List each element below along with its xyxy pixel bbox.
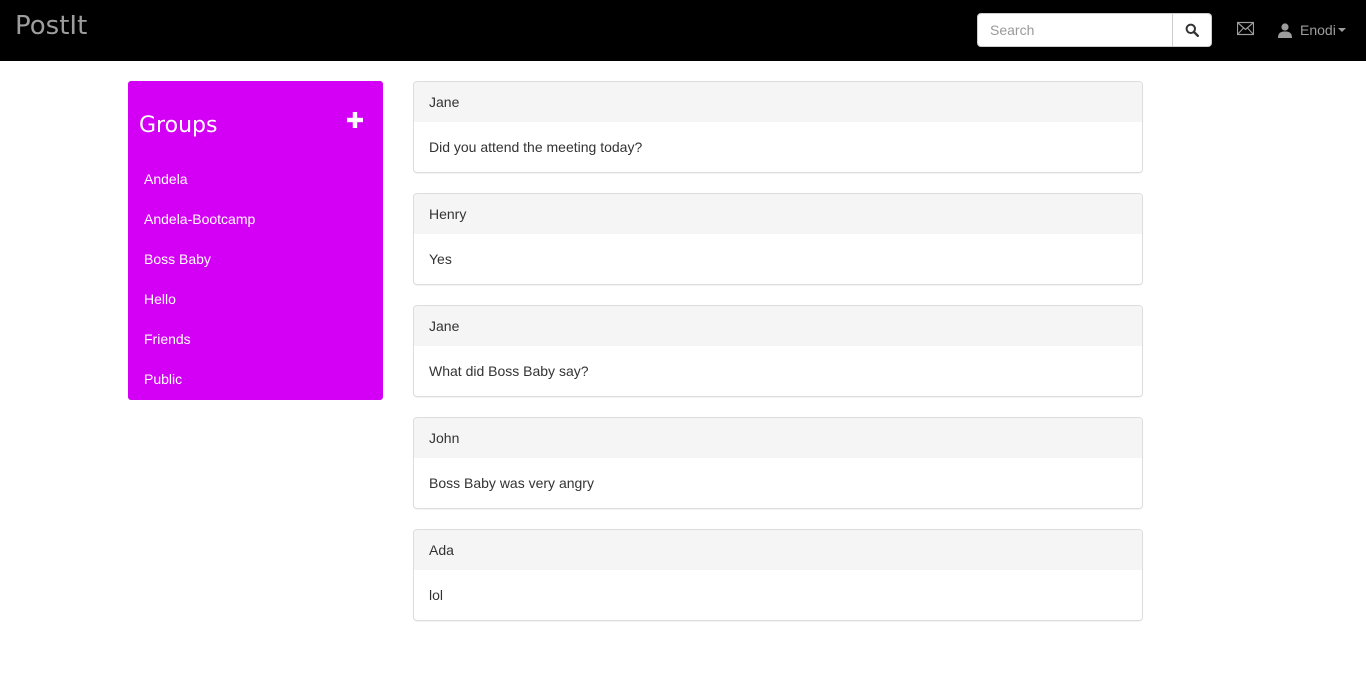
search-input[interactable]	[977, 13, 1173, 47]
message-panel: Ada lol	[413, 529, 1143, 621]
message-text: Did you attend the meeting today?	[429, 139, 643, 155]
group-item-friends[interactable]: Friends	[128, 319, 383, 359]
brand-logo[interactable]: PostIt	[15, 10, 87, 42]
message-author: Ada	[414, 530, 1142, 570]
user-dropdown[interactable]: Enodi	[1278, 20, 1346, 40]
user-name: Enodi	[1300, 22, 1336, 38]
plus-icon[interactable]	[347, 112, 363, 128]
search-button[interactable]	[1173, 13, 1212, 47]
group-item-public[interactable]: Public	[128, 359, 383, 399]
message-text: Boss Baby was very angry	[429, 475, 594, 491]
envelope-icon[interactable]	[1237, 21, 1254, 36]
chevron-down-icon	[1337, 28, 1346, 32]
group-item-andela-bootcamp[interactable]: Andela-Bootcamp	[128, 199, 383, 239]
search-icon	[1185, 23, 1199, 37]
group-item-boss-baby[interactable]: Boss Baby	[128, 239, 383, 279]
message-author: Henry	[414, 194, 1142, 234]
sidebar-title: Groups	[139, 113, 218, 138]
message-author: Jane	[414, 306, 1142, 346]
message-panel: John Boss Baby was very angry	[413, 417, 1143, 509]
message-author: John	[414, 418, 1142, 458]
message-text: Yes	[429, 251, 452, 267]
group-list: Andela Andela-Bootcamp Boss Baby Hello F…	[128, 159, 383, 399]
top-navbar: PostIt Enodi	[0, 0, 1366, 61]
groups-sidebar: Groups Andela Andela-Bootcamp Boss Baby …	[128, 81, 383, 400]
message-text: What did Boss Baby say?	[429, 363, 589, 379]
group-item-hello[interactable]: Hello	[128, 279, 383, 319]
user-icon	[1278, 22, 1292, 38]
message-author: Jane	[414, 82, 1142, 122]
message-panel: Jane Did you attend the meeting today?	[413, 81, 1143, 173]
message-list: Jane Did you attend the meeting today? H…	[413, 81, 1143, 641]
message-panel: Jane What did Boss Baby say?	[413, 305, 1143, 397]
message-panel: Henry Yes	[413, 193, 1143, 285]
message-text: lol	[429, 587, 444, 603]
search-form	[977, 13, 1212, 47]
group-item-andela[interactable]: Andela	[128, 159, 383, 199]
